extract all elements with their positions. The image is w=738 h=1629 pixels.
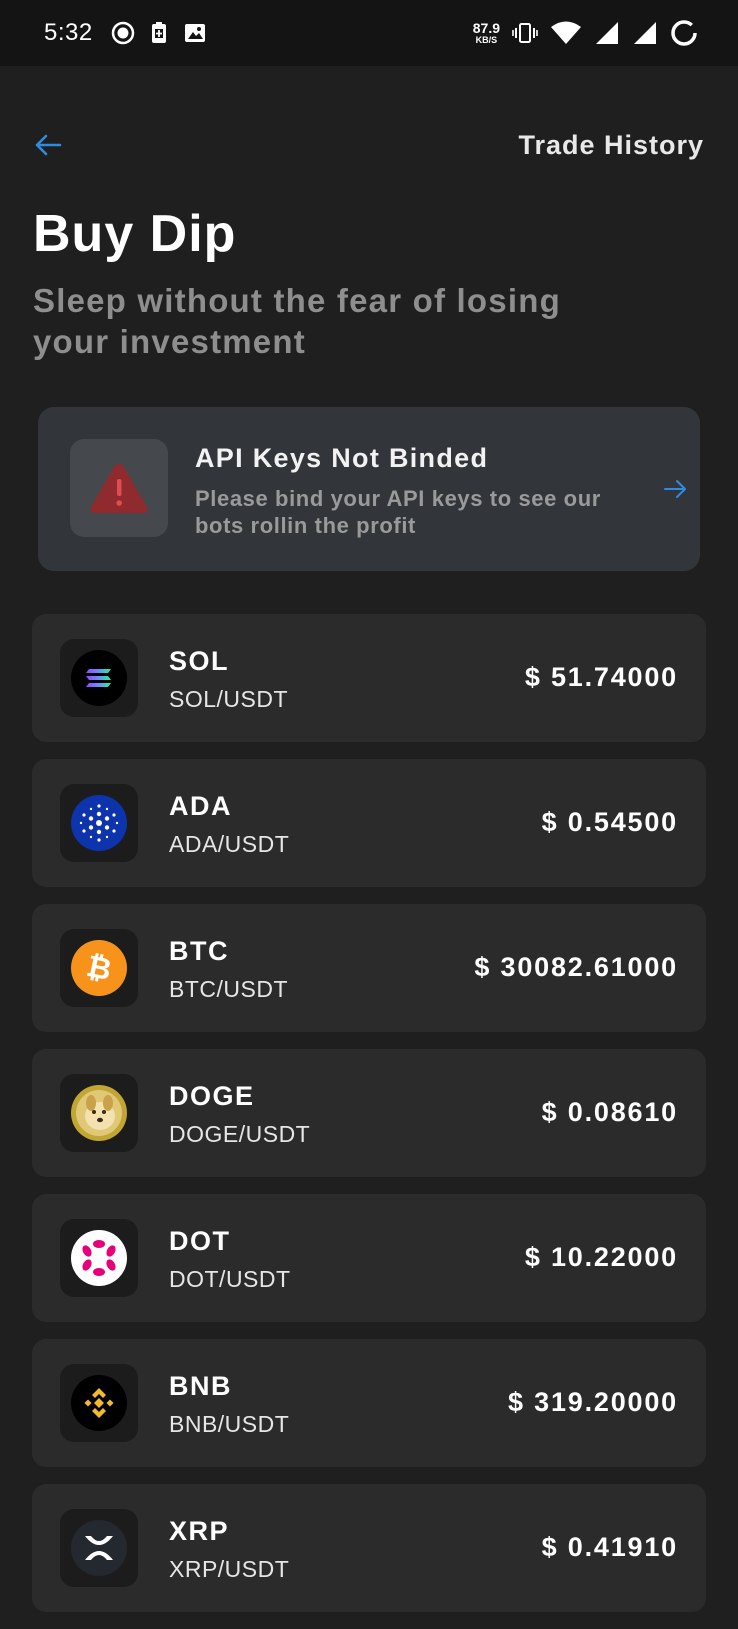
coin-symbol: SOL <box>169 646 230 676</box>
coin-symbol: ADA <box>169 791 232 821</box>
alert-message: Please bind your API keys to see our bot… <box>195 486 601 538</box>
status-bar-right: 87.9 KB/S <box>473 19 698 47</box>
coin-logo <box>60 1074 138 1152</box>
coin-card-dot[interactable]: DOT DOT/USDT $ 10.22000 <box>32 1194 706 1322</box>
coin-symbol: BNB <box>169 1371 232 1401</box>
coin-price: $ 10.22000 <box>524 1242 678 1272</box>
coin-price: $ 0.08610 <box>541 1097 678 1127</box>
vibrate-icon <box>512 20 538 46</box>
arrow-right-icon[interactable] <box>662 476 688 502</box>
network-speed-value: 87.9 <box>472 20 500 36</box>
coin-pair: ADA/USDT <box>169 831 290 857</box>
coin-card-doge[interactable]: DOGE DOGE/USDT $ 0.08610 <box>32 1049 706 1177</box>
signal-icon-2 <box>632 20 658 46</box>
api-keys-alert-card[interactable]: API Keys Not Binded Please bind your API… <box>38 407 700 571</box>
coin-pair: DOGE/USDT <box>169 1121 311 1147</box>
coin-symbol: BTC <box>169 936 229 966</box>
coin-logo <box>60 1364 138 1442</box>
battery-saver-icon <box>149 21 169 45</box>
polkadot-icon <box>71 1230 127 1286</box>
dogecoin-icon <box>71 1085 127 1141</box>
coin-pair: XRP/USDT <box>169 1556 290 1582</box>
coin-logo <box>60 1219 138 1297</box>
alert-title: API Keys Not Binded <box>195 443 489 473</box>
trade-history-link[interactable]: Trade History <box>518 130 704 161</box>
coin-price: $ 51.74000 <box>524 662 678 692</box>
coin-logo: ₿ <box>60 929 138 1007</box>
network-speed: 87.9 KB/S <box>473 21 500 45</box>
coin-price: $ 0.54500 <box>541 807 678 837</box>
top-nav: Trade History <box>0 120 738 170</box>
coin-symbol: DOT <box>169 1226 231 1256</box>
warning-icon <box>88 460 150 516</box>
coin-symbol: DOGE <box>169 1081 255 1111</box>
back-arrow-icon[interactable] <box>32 129 64 161</box>
coin-card-sol[interactable]: SOL SOL/USDT $ 51.74000 <box>32 614 706 742</box>
coin-card-bnb[interactable]: BNB BNB/USDT $ 319.20000 <box>32 1339 706 1467</box>
page-subtitle: Sleep without the fear of losing your in… <box>33 282 561 360</box>
status-bar: 5:32 87.9 KB/S <box>0 0 738 66</box>
bitcoin-icon: ₿ <box>71 940 127 996</box>
image-icon <box>183 21 207 45</box>
coin-logo <box>60 1509 138 1587</box>
signal-icon <box>594 20 620 46</box>
page-title: Buy Dip <box>33 205 237 263</box>
cardano-icon <box>71 795 127 851</box>
coin-price: $ 319.20000 <box>508 1387 678 1417</box>
xrp-icon <box>71 1520 127 1576</box>
wifi-icon <box>550 20 582 46</box>
status-bar-left: 5:32 <box>44 19 207 47</box>
coin-symbol: XRP <box>169 1516 230 1546</box>
battery-ring-icon <box>670 19 698 47</box>
coin-logo <box>60 639 138 717</box>
coin-card-btc[interactable]: ₿ BTC BTC/USDT $ 30082.61000 <box>32 904 706 1032</box>
coin-price: $ 30082.61000 <box>474 952 678 982</box>
alert-icon-box <box>70 439 168 537</box>
solana-icon <box>71 650 127 706</box>
coin-pair: DOT/USDT <box>169 1266 291 1292</box>
network-speed-unit: KB/S <box>475 35 498 45</box>
coin-pair: BNB/USDT <box>169 1411 290 1437</box>
coin-card-xrp[interactable]: XRP XRP/USDT $ 0.41910 <box>32 1484 706 1612</box>
coin-pair: SOL/USDT <box>169 686 289 712</box>
coin-price: $ 0.41910 <box>541 1532 678 1562</box>
coin-list: SOL SOL/USDT $ 51.74000 ADA ADA/USDT $ 0… <box>32 614 706 1629</box>
status-time: 5:32 <box>44 19 93 46</box>
coin-logo <box>60 784 138 862</box>
coin-pair: BTC/USDT <box>169 976 288 1002</box>
record-icon <box>111 21 135 45</box>
bnb-icon <box>71 1375 127 1431</box>
coin-card-ada[interactable]: ADA ADA/USDT $ 0.54500 <box>32 759 706 887</box>
